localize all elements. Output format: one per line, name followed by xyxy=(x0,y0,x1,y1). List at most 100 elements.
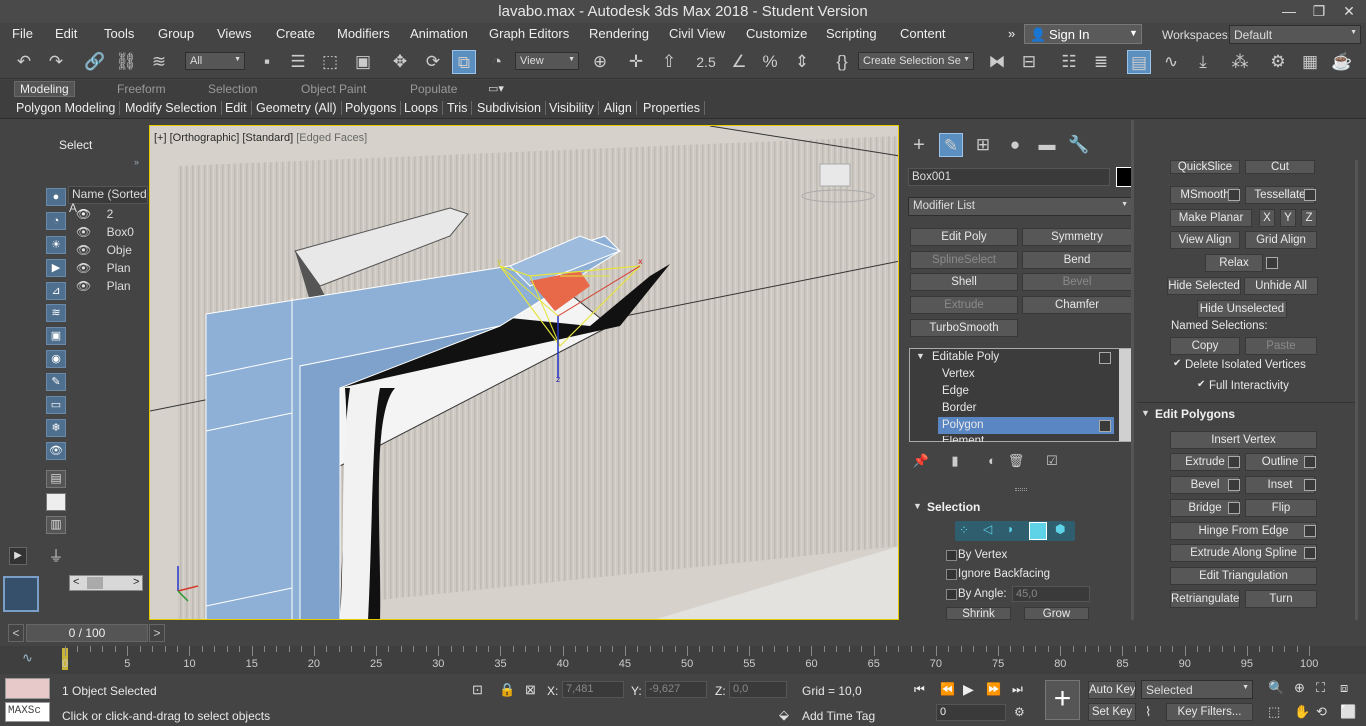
scene-row[interactable]: 👁 Plan xyxy=(76,279,148,297)
view-align-button[interactable]: View Align xyxy=(1170,231,1240,249)
bend-button[interactable]: Bend xyxy=(1022,251,1132,269)
current-frame-field[interactable]: 0 xyxy=(936,704,1006,721)
collapse-triangle-icon[interactable]: ▼ xyxy=(913,501,922,511)
show-end-result-icon[interactable]: ▮ xyxy=(943,449,967,473)
configure-modifier-sets-icon[interactable]: ☑ xyxy=(1040,449,1064,473)
rectangular-selection-icon[interactable]: ⬚ xyxy=(318,50,342,74)
unlink-icon[interactable]: ⛓ xyxy=(114,50,138,74)
maxscript-listener-top[interactable] xyxy=(5,678,50,699)
ignore-backfacing-checkbox[interactable] xyxy=(946,569,957,580)
filter-icon[interactable]: ⏚ xyxy=(46,545,66,565)
make-planar-button[interactable]: Make Planar xyxy=(1170,209,1252,227)
border-level-icon[interactable]: ◗ xyxy=(1007,522,1014,536)
viewport-label[interactable]: [+] [Orthographic] [Standard] [Edged Fac… xyxy=(154,132,367,144)
menu-modifiers[interactable]: Modifiers xyxy=(337,26,390,41)
scene-row[interactable]: 👁 Plan xyxy=(76,261,148,279)
restore-button[interactable]: ❐ xyxy=(1304,0,1334,22)
copy-named-selection-button[interactable]: Copy xyxy=(1170,337,1240,355)
element-level-icon[interactable]: ⬢ xyxy=(1055,522,1065,536)
bevel-modifier-button[interactable]: Bevel xyxy=(1022,273,1132,291)
curve-editor-icon[interactable]: ∿ xyxy=(1159,50,1183,74)
toggle-layer-explorer-icon[interactable]: ≣ xyxy=(1089,50,1113,74)
expand-icon[interactable]: » xyxy=(134,157,139,167)
pan-icon[interactable]: ✋ xyxy=(1294,704,1310,720)
bind-space-warp-icon[interactable]: ≋ xyxy=(147,50,171,74)
hinge-from-edge-button[interactable]: Hinge From Edge xyxy=(1170,522,1317,540)
menu-create[interactable]: Create xyxy=(276,26,315,41)
key-filter-icon[interactable]: ⌇ xyxy=(1145,704,1151,720)
panel-subdivision[interactable]: Subdivision xyxy=(477,101,546,115)
panel-edit[interactable]: Edit xyxy=(225,101,252,115)
viewport-shading-standard[interactable]: [Standard] xyxy=(242,132,293,144)
tessellate-settings-icon[interactable] xyxy=(1304,189,1316,201)
display-all-icon[interactable]: ▤ xyxy=(46,470,66,488)
stack-item-edge[interactable]: Edge xyxy=(942,385,969,397)
menu-rendering[interactable]: Rendering xyxy=(589,26,649,41)
workspaces-dropdown[interactable]: Default xyxy=(1229,25,1361,44)
menu-content[interactable]: Content xyxy=(900,26,946,41)
eye-icon[interactable]: 👁 xyxy=(76,243,91,257)
select-by-name-icon[interactable]: ☰ xyxy=(286,50,310,74)
selection-rollout-header[interactable]: Selection xyxy=(927,500,980,514)
stack-item-editable-poly[interactable]: Editable Poly xyxy=(932,351,999,363)
menu-edit[interactable]: Edit xyxy=(55,26,77,41)
extrude-settings-icon[interactable] xyxy=(1228,456,1240,468)
motion-tab-icon[interactable]: ● xyxy=(1003,133,1027,157)
stack-item-border[interactable]: Border xyxy=(942,402,977,414)
quickslice-button[interactable]: QuickSlice xyxy=(1170,160,1240,174)
stack-item-element[interactable]: Element xyxy=(942,436,984,442)
panel-loops[interactable]: Loops xyxy=(404,101,444,115)
orbit-icon[interactable]: ⟲ xyxy=(1316,704,1327,720)
display-groups-icon[interactable]: ▣ xyxy=(46,327,66,345)
scene-row[interactable]: 👁 Obje xyxy=(76,243,148,261)
modifier-list-dropdown[interactable]: Modifier List xyxy=(908,197,1132,216)
panel-tris[interactable]: Tris xyxy=(447,101,473,115)
menu-overflow[interactable]: » xyxy=(1008,26,1015,41)
splineselect-button[interactable]: SplineSelect xyxy=(910,251,1018,269)
next-frame-icon[interactable]: ⏩ xyxy=(986,682,1001,696)
inset-settings-icon[interactable] xyxy=(1304,479,1316,491)
redo-icon[interactable]: ↷ xyxy=(44,50,68,74)
utilities-tab-icon[interactable]: 🔧 xyxy=(1067,133,1091,157)
time-slider-thumb[interactable]: 0 / 100 xyxy=(26,624,148,642)
schematic-view-icon[interactable]: ⤓ xyxy=(1191,50,1215,74)
toggle-ribbon-icon[interactable]: ▤ xyxy=(1127,50,1151,74)
tab-freeform[interactable]: Freeform xyxy=(117,82,166,96)
pivot-center-icon[interactable]: ⊕ xyxy=(588,50,612,74)
set-keys-icon[interactable]: + xyxy=(1045,680,1080,720)
display-none-icon[interactable] xyxy=(46,493,66,511)
by-vertex-checkbox[interactable] xyxy=(946,550,957,561)
viewport-layout-tab[interactable] xyxy=(3,576,39,612)
zoom-extents-icon[interactable]: ⛶ xyxy=(1316,680,1325,696)
window-crossing-icon[interactable]: ▣ xyxy=(351,50,375,74)
menu-group[interactable]: Group xyxy=(158,26,194,41)
viewport-orthographic[interactable]: y x z [+] [Orthographic] [Standard] [Edg… xyxy=(149,125,899,620)
outline-settings-icon[interactable] xyxy=(1304,456,1316,468)
angle-snap-icon[interactable]: ∠ xyxy=(727,50,751,74)
play-icon[interactable]: ▶ xyxy=(9,547,27,565)
hide-selected-button[interactable]: Hide Selected xyxy=(1167,277,1241,295)
go-to-end-icon[interactable]: ⏭ xyxy=(1012,682,1023,697)
key-filters-button[interactable]: Key Filters... xyxy=(1166,703,1253,721)
display-hidden-icon[interactable]: 👁 xyxy=(46,442,66,460)
modify-tab-icon[interactable]: ✎ xyxy=(939,133,963,157)
msmooth-settings-icon[interactable] xyxy=(1228,189,1240,201)
flip-button[interactable]: Flip xyxy=(1245,499,1317,517)
paste-named-selection-button[interactable]: Paste xyxy=(1245,337,1317,355)
cmd-panel-scrollbar[interactable] xyxy=(1131,120,1134,620)
display-xrefs-icon[interactable]: ◉ xyxy=(46,350,66,368)
edit-poly-button[interactable]: Edit Poly xyxy=(910,228,1018,246)
display-helpers-icon[interactable]: ⊿ xyxy=(46,282,66,300)
extrude-modifier-button[interactable]: Extrude xyxy=(910,296,1018,314)
cut-button[interactable]: Cut xyxy=(1245,160,1315,174)
extrude-along-spline-button[interactable]: Extrude Along Spline xyxy=(1170,544,1317,562)
chamfer-button[interactable]: Chamfer xyxy=(1022,296,1132,314)
add-time-tag-button[interactable]: Add Time Tag xyxy=(802,709,875,723)
menu-file[interactable]: File xyxy=(12,26,33,41)
time-configuration-icon[interactable]: ⚙ xyxy=(1014,705,1025,719)
scene-row[interactable]: 👁 2 xyxy=(76,207,148,225)
rotate-icon[interactable]: ⟳ xyxy=(421,50,445,74)
move-icon[interactable]: ✥ xyxy=(388,50,412,74)
rendered-frame-window-icon[interactable]: ▦ xyxy=(1298,50,1322,74)
object-color-swatch[interactable] xyxy=(1116,167,1132,187)
